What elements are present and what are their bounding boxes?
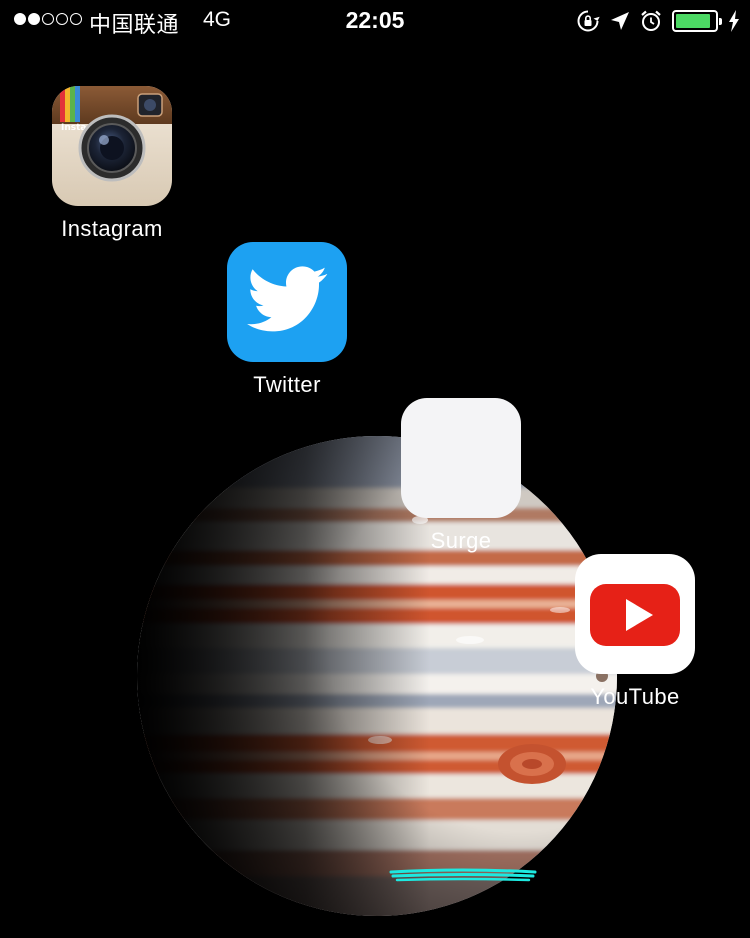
youtube-play-icon[interactable]: [575, 554, 695, 674]
instagram-camera-icon[interactable]: Insta: [52, 86, 172, 206]
app-youtube[interactable]: YouTube: [555, 554, 715, 710]
svg-text:Insta: Insta: [61, 123, 87, 133]
app-label-youtube: YouTube: [590, 684, 680, 709]
highlight-underline-mark: [389, 868, 537, 882]
alarm-icon: [641, 10, 661, 31]
battery-icon: [672, 10, 722, 32]
rotation-lock-icon: [577, 10, 600, 32]
battery-level-fill: [676, 14, 711, 28]
app-surge[interactable]: Surge: [381, 398, 541, 554]
app-label-instagram: Instagram: [61, 216, 163, 241]
location-arrow-icon: [611, 12, 629, 30]
surge-bars-icon[interactable]: [401, 398, 521, 518]
twitter-bird-icon[interactable]: [227, 242, 347, 362]
app-label-twitter: Twitter: [253, 372, 321, 397]
app-label-surge: Surge: [430, 528, 492, 553]
charging-bolt-icon: [729, 10, 739, 32]
app-twitter[interactable]: Twitter: [207, 242, 367, 398]
status-bar: 中国联通 4G 22:05: [0, 0, 750, 40]
app-instagram[interactable]: Insta Instagram: [32, 86, 192, 242]
